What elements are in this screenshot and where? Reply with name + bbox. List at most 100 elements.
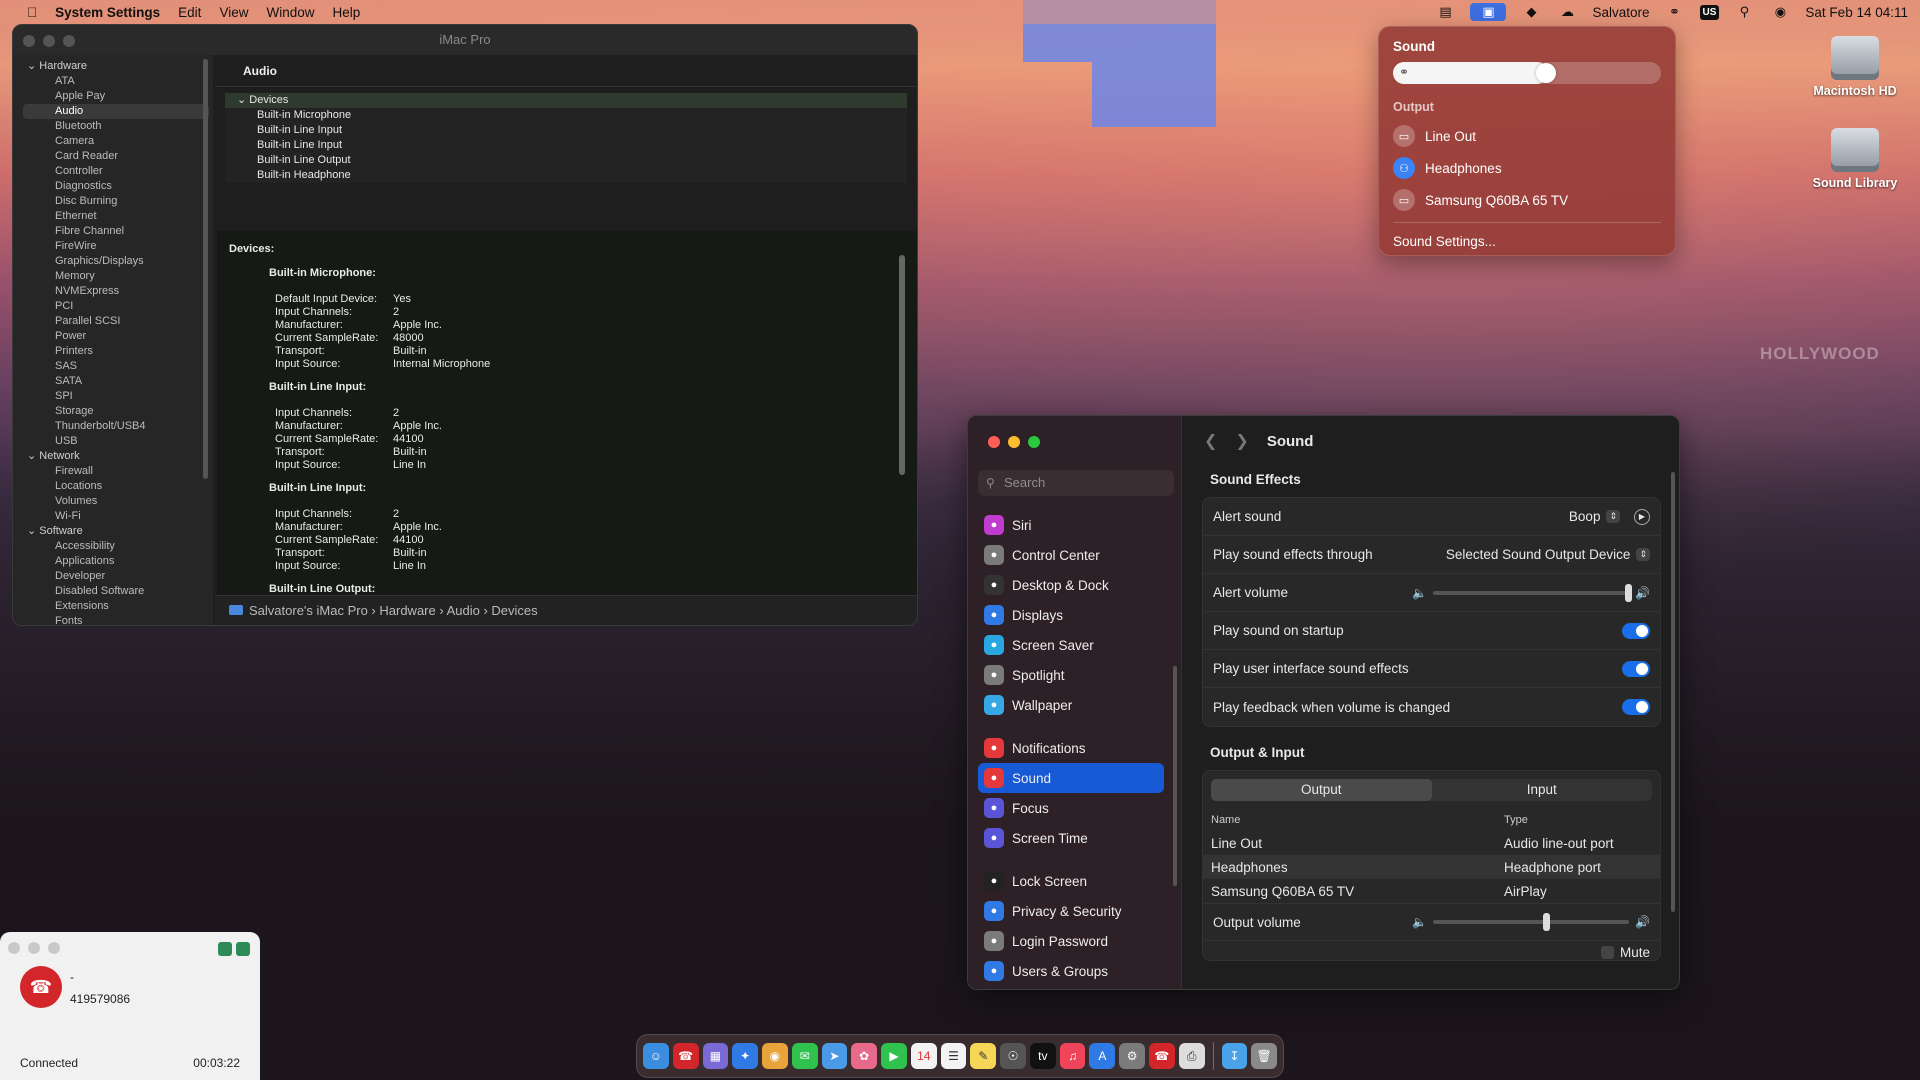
printer-icon[interactable]: ⎙ <box>1178 1043 1205 1069</box>
activity-icon[interactable]: ▤ <box>1434 3 1456 21</box>
sidebar-item-lock-screen[interactable]: ● Lock Screen <box>978 866 1164 896</box>
toggle-switch[interactable] <box>1622 699 1650 715</box>
menu-app-name[interactable]: System Settings <box>46 5 169 20</box>
toggle-switch[interactable] <box>1622 660 1650 677</box>
sidebar-item-desktop-dock[interactable]: ● Desktop & Dock <box>978 570 1164 600</box>
sidebar-item-spotlight[interactable]: ● Spotlight <box>978 660 1164 690</box>
headphones-icon[interactable]: ⚭ <box>1664 3 1686 21</box>
menu-edit[interactable]: Edit <box>169 5 210 20</box>
tree-root-devices[interactable]: ⌄ Devices <box>225 93 907 108</box>
diamond-icon[interactable]: ◆ <box>1520 3 1542 21</box>
slider-knob[interactable] <box>1542 913 1550 931</box>
close-button[interactable] <box>988 436 1000 448</box>
desktop-icon-macintosh-hd[interactable]: Macintosh HD <box>1800 36 1910 98</box>
sidebar-item-privacy-security[interactable]: ● Privacy & Security <box>978 896 1164 926</box>
reminders-icon[interactable]: ☰ <box>940 1043 967 1069</box>
system-settings-icon[interactable]: ⚙ <box>1119 1043 1145 1069</box>
sidebar-item[interactable]: Firewall <box>13 464 213 479</box>
window-title-bar[interactable]: iMac Pro <box>13 25 917 55</box>
sidebar-item[interactable]: Fonts <box>13 614 213 625</box>
disclosure-icon[interactable]: ⌄ <box>27 60 39 72</box>
sidebar-scrollbar[interactable] <box>1173 666 1177 886</box>
toggle-switch[interactable] <box>1622 622 1650 639</box>
sidebar-item[interactable]: NVMExpress <box>13 284 213 299</box>
sound-settings-link[interactable]: Sound Settings... <box>1393 229 1661 255</box>
sidebar-item[interactable]: Storage <box>13 404 213 419</box>
tv-icon[interactable]: tv <box>1029 1043 1056 1069</box>
tree-item[interactable]: Built-in Headphone <box>225 168 907 183</box>
sidebar-item[interactable]: Power <box>13 329 213 344</box>
tree-item[interactable]: Built-in Microphone <box>225 108 907 123</box>
sidebar-item[interactable]: Memory <box>13 269 213 284</box>
apple-icon[interactable]:  <box>18 5 46 20</box>
sidebar-item[interactable]: SPI <box>13 389 213 404</box>
chat-icon[interactable] <box>236 942 250 956</box>
sidebar-scrollbar[interactable] <box>203 59 208 479</box>
output-device-item[interactable]: ⚇ Headphones <box>1393 152 1661 184</box>
control-center-icon[interactable]: ◉ <box>1769 3 1791 21</box>
disclosure-icon[interactable]: ⌄ <box>27 450 39 462</box>
sidebar-item-siri[interactable]: ● Siri <box>978 510 1164 540</box>
search-input[interactable]: ⚲ Search <box>978 470 1174 496</box>
alert-sound-select[interactable]: Boop <box>1569 509 1601 524</box>
sidebar-item[interactable]: Apple Pay <box>13 89 213 104</box>
sidebar-item[interactable]: Disabled Software <box>13 584 213 599</box>
notes-icon[interactable]: ✎ <box>970 1043 997 1069</box>
sidebar-item-users-groups[interactable]: ● Users & Groups <box>978 956 1164 986</box>
close-button[interactable] <box>8 942 20 954</box>
sidebar-item[interactable]: Ethernet <box>13 209 213 224</box>
photos-icon[interactable]: ✿ <box>851 1043 878 1069</box>
minimize-button[interactable] <box>28 942 40 954</box>
sidebar-item[interactable]: Applications <box>13 554 213 569</box>
sidebar-item[interactable]: Wi-Fi <box>13 509 213 524</box>
sidebar-item[interactable]: Disc Burning <box>13 194 213 209</box>
chevron-updown-icon[interactable]: ⇕ <box>1636 548 1650 561</box>
safari-icon[interactable]: ✦ <box>732 1043 759 1069</box>
menu-help[interactable]: Help <box>323 5 369 20</box>
mic-icon[interactable] <box>218 942 232 956</box>
chevron-updown-icon[interactable]: ⇕ <box>1606 510 1620 523</box>
sidebar-item-control-center[interactable]: ● Control Center <box>978 540 1164 570</box>
finder-icon[interactable]: ☺ <box>642 1043 669 1069</box>
screen-share-icon[interactable]: ▣ <box>1470 3 1507 21</box>
downloads-folder-icon[interactable]: ↧ <box>1221 1043 1248 1069</box>
sidebar-item-focus[interactable]: ● Focus <box>978 793 1164 823</box>
sidebar-item[interactable]: Thunderbolt/USB4 <box>13 419 213 434</box>
table-row[interactable]: Headphones Headphone port <box>1203 855 1660 879</box>
volume-knob[interactable] <box>1536 63 1557 83</box>
launchpad-icon[interactable]: ▦ <box>702 1043 729 1069</box>
calendar-icon[interactable]: 14 <box>910 1043 937 1069</box>
close-button[interactable] <box>23 35 35 47</box>
sidebar-item[interactable]: Camera <box>13 134 213 149</box>
sidebar-item[interactable]: Diagnostics <box>13 179 213 194</box>
minimize-button[interactable] <box>1008 436 1020 448</box>
trash-icon[interactable]: 🗑 <box>1251 1043 1278 1069</box>
app-store-icon[interactable]: A <box>1089 1043 1116 1069</box>
sidebar-item[interactable]: Fibre Channel <box>13 224 213 239</box>
chrome-icon[interactable]: ◉ <box>762 1043 788 1069</box>
play-icon[interactable]: ▶ <box>1634 508 1650 525</box>
sidebar-item[interactable]: Bluetooth <box>13 119 213 134</box>
menu-view[interactable]: View <box>210 5 257 20</box>
zoom-button[interactable] <box>63 35 75 47</box>
sidebar-item[interactable]: SATA <box>13 374 213 389</box>
tree-item[interactable]: Built-in Line Input <box>225 138 907 153</box>
sidebar-item[interactable]: FireWire <box>13 239 213 254</box>
voip-app-icon-2[interactable]: ☎ <box>1148 1043 1175 1069</box>
facetime-icon[interactable]: ▶ <box>881 1043 907 1069</box>
path-item[interactable]: Devices <box>491 603 537 618</box>
sidebar-group[interactable]: ⌄ Hardware <box>13 59 213 74</box>
menu-window[interactable]: Window <box>257 5 323 20</box>
zoom-button[interactable] <box>48 942 60 954</box>
table-row[interactable]: Samsung Q60BA 65 TV AirPlay <box>1203 879 1660 903</box>
menubar-user[interactable]: Salvatore <box>1592 5 1649 20</box>
maps-icon[interactable]: ➤ <box>821 1043 848 1069</box>
output-device-item[interactable]: ▭ Line Out <box>1393 120 1661 152</box>
disclosure-icon[interactable]: ⌄ <box>27 525 39 537</box>
column-type[interactable]: Type <box>1504 814 1528 826</box>
menubar-clock[interactable]: Sat Feb 14 04:11 <box>1805 5 1908 20</box>
forward-button[interactable]: ❯ <box>1235 431 1248 451</box>
back-button[interactable]: ❮ <box>1204 431 1217 451</box>
table-row[interactable]: Line Out Audio line-out port <box>1203 831 1660 855</box>
sidebar-item[interactable]: PCI <box>13 299 213 314</box>
